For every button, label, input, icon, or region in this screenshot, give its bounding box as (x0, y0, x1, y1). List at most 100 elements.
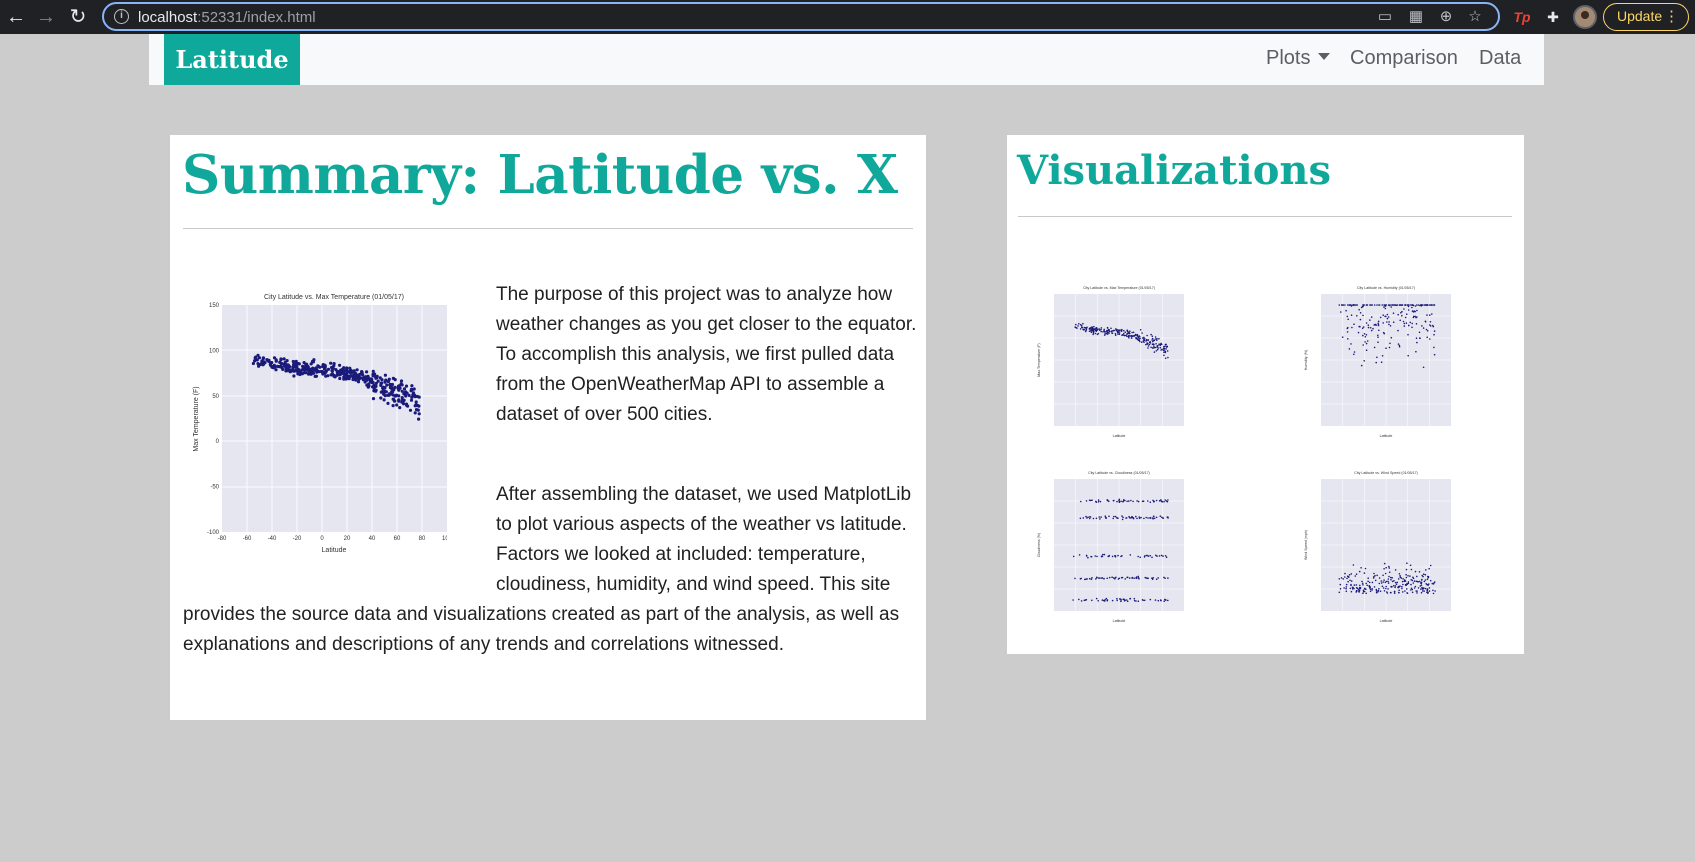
site-info-icon[interactable]: i (114, 9, 129, 24)
scatter-point (1135, 577, 1137, 579)
scatter-point (1161, 501, 1163, 503)
bookmark-star-icon[interactable]: ☆ (1466, 8, 1484, 26)
update-button[interactable]: Update ⋮ (1603, 3, 1689, 31)
scatter-point (1340, 311, 1342, 313)
scatter-point (1118, 329, 1121, 331)
scatter-point (1377, 590, 1379, 593)
scatter-point (1123, 329, 1125, 332)
scatter-point (1143, 341, 1145, 343)
scatter-point (1138, 335, 1140, 337)
scatter-point (1079, 328, 1082, 330)
scatter-point (1088, 577, 1091, 580)
scatter-point (1390, 304, 1392, 306)
thumbnail-wind-speed[interactable]: City Latitude vs. Wind Speed (01/05/17) L… (1299, 465, 1454, 625)
nav-plots-dropdown[interactable]: Plots (1266, 47, 1331, 70)
thumbnail-ylabel: Cloudiness (%) (1037, 533, 1041, 557)
scatter-point (1404, 304, 1406, 306)
profile-avatar[interactable] (1573, 5, 1597, 29)
extension-tp-icon[interactable]: Tp (1511, 6, 1533, 28)
scatter-point (1432, 589, 1434, 592)
scatter-point (1078, 598, 1080, 601)
scatter-point (1416, 592, 1418, 594)
scatter-point (1129, 554, 1132, 556)
scatter-point (1384, 304, 1387, 306)
scatter-point (1106, 577, 1108, 580)
scatter-point (1101, 577, 1103, 579)
nav-comparison[interactable]: Comparison (1350, 47, 1458, 70)
scatter-point (1156, 345, 1158, 347)
scatter-point (1100, 328, 1102, 331)
scatter-point (1386, 317, 1389, 320)
scatter-point (1128, 337, 1130, 339)
scatter-point (1365, 592, 1367, 595)
scatter-point (1429, 324, 1431, 326)
brand-logo[interactable]: Latitude (164, 34, 300, 85)
nav-data[interactable]: Data (1479, 47, 1521, 70)
scatter-point (1386, 321, 1388, 323)
scatter-point (1424, 573, 1427, 576)
address-bar[interactable]: i localhost:52331/index.html ▭ ▦ ⊕ ☆ (102, 2, 1500, 31)
scatter-point (1115, 329, 1118, 332)
scatter-point (1388, 346, 1391, 349)
scatter-point (1404, 580, 1407, 582)
scatter-point (1388, 321, 1390, 323)
qr-code-icon[interactable]: ▦ (1407, 8, 1425, 26)
scatter-point (1108, 330, 1111, 333)
scatter-point (1398, 573, 1401, 575)
scatter-point (1159, 346, 1162, 349)
browser-toolbar: ← → ↻ i localhost:52331/index.html ▭ ▦ ⊕… (0, 0, 1695, 34)
scatter-point (1367, 324, 1370, 326)
back-arrow-icon[interactable]: ← (4, 5, 28, 29)
scatter-point (1108, 515, 1110, 518)
scatter-point (1380, 580, 1383, 582)
scatter-point (1369, 586, 1371, 589)
scatter-point (1122, 516, 1124, 519)
thumbnail-ylabel: Max Temperature (F) (1037, 343, 1041, 376)
extensions-puzzle-icon[interactable]: ✚ (1542, 6, 1564, 28)
forward-arrow-icon[interactable]: → (34, 5, 58, 29)
scatter-point (1162, 347, 1165, 350)
scatter-point (1158, 500, 1161, 502)
scatter-point (1358, 325, 1360, 328)
scatter-point (1356, 315, 1358, 317)
cast-icon[interactable]: ▭ (1376, 8, 1394, 26)
scatter-point (1151, 337, 1154, 340)
scatter-point (1380, 582, 1383, 584)
scatter-point (1410, 583, 1412, 586)
scatter-point (1424, 587, 1427, 590)
zoom-icon[interactable]: ⊕ (1437, 8, 1455, 26)
scatter-point (1136, 334, 1139, 337)
scatter-point (1078, 554, 1081, 556)
scatter-point (1350, 583, 1352, 586)
scatter-point (1104, 516, 1107, 519)
scatter-point (1394, 586, 1396, 589)
scatter-point (1115, 328, 1117, 330)
scatter-point (1358, 570, 1361, 573)
scatter-point (1086, 517, 1088, 519)
scatter-point (1121, 576, 1124, 579)
thumbnail-humidity[interactable]: City Latitude vs. Humidity (01/05/17) Lat… (1299, 280, 1454, 440)
address-url[interactable]: localhost:52331/index.html (138, 9, 316, 26)
scatter-point (1383, 579, 1385, 581)
scatter-point (1074, 577, 1076, 580)
scatter-point (1419, 337, 1421, 340)
scatter-point (1362, 305, 1364, 308)
thumbnail-cloudiness[interactable]: City Latitude vs. Cloudiness (01/05/17) L… (1032, 465, 1187, 625)
scatter-point (1131, 335, 1133, 338)
scatter-point (1153, 351, 1156, 353)
scatter-point (1339, 588, 1342, 590)
scatter-point (1099, 577, 1101, 579)
thumbnail-max-temp[interactable]: City Latitude vs. Max Temperature (01/05… (1032, 280, 1187, 440)
reload-icon[interactable]: ↻ (66, 5, 90, 29)
scatter-point (1403, 322, 1406, 325)
scatter-point (1409, 575, 1411, 577)
thumbnail-title: City Latitude vs. Humidity (01/05/17) (1357, 286, 1415, 290)
scatter-point (1155, 499, 1158, 502)
scatter-point (1383, 590, 1386, 592)
scatter-point (1085, 328, 1088, 331)
scatter-point (1377, 336, 1379, 338)
scatter-point (1407, 305, 1410, 308)
scatter-point (1426, 336, 1428, 339)
scatter-point (1382, 322, 1384, 324)
scatter-point (1390, 579, 1392, 581)
